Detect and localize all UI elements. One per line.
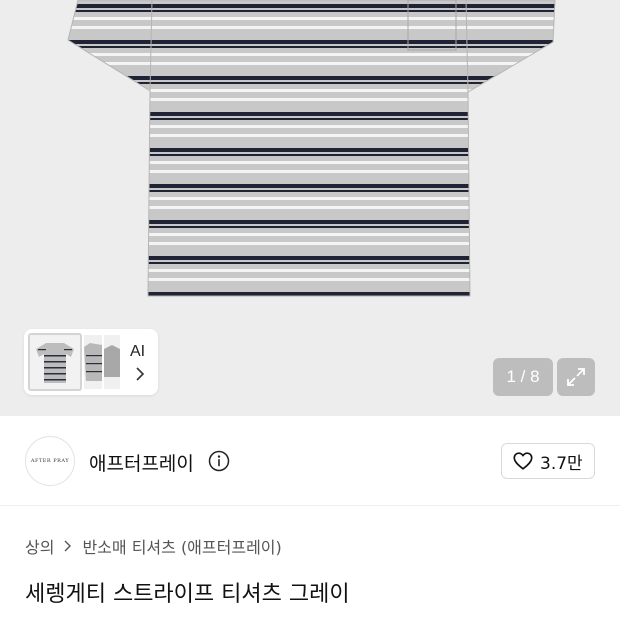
brand-logo[interactable]: AFTER PRAY: [25, 436, 75, 486]
expand-icon: [567, 368, 585, 386]
breadcrumb: 상의 반소매 티셔츠 (애프터프레이): [25, 534, 282, 558]
expand-button[interactable]: [557, 358, 595, 396]
product-image-tshirt: [67, 0, 556, 297]
like-count: 3.7만: [540, 453, 583, 474]
image-counter: 1 / 8: [493, 358, 553, 396]
thumbnail-selected[interactable]: [28, 333, 82, 391]
info-icon[interactable]: [208, 450, 230, 472]
brand-row: AFTER PRAY 애프터프레이 3.7만: [0, 416, 620, 506]
breadcrumb-item-category[interactable]: 상의: [25, 534, 54, 558]
chevron-right-icon: [64, 540, 72, 552]
thumbnail-3[interactable]: [104, 335, 120, 389]
brand-logo-text: AFTER PRAY: [30, 458, 70, 464]
like-button[interactable]: 3.7만: [501, 443, 595, 479]
ai-label[interactable]: AI: [130, 343, 145, 361]
heart-icon: [513, 452, 533, 470]
thumbnail-2[interactable]: [84, 335, 102, 389]
breadcrumb-item-subcategory[interactable]: 반소매 티셔츠 (애프터프레이): [82, 534, 281, 558]
brand-name[interactable]: 애프터프레이: [89, 449, 194, 476]
product-image-gallery[interactable]: AI 1 / 8: [0, 0, 620, 416]
thumbnail-strip[interactable]: AI: [24, 329, 158, 395]
chevron-right-icon[interactable]: [132, 366, 148, 382]
product-title: 세렝게티 스트라이프 티셔츠 그레이: [25, 582, 350, 607]
